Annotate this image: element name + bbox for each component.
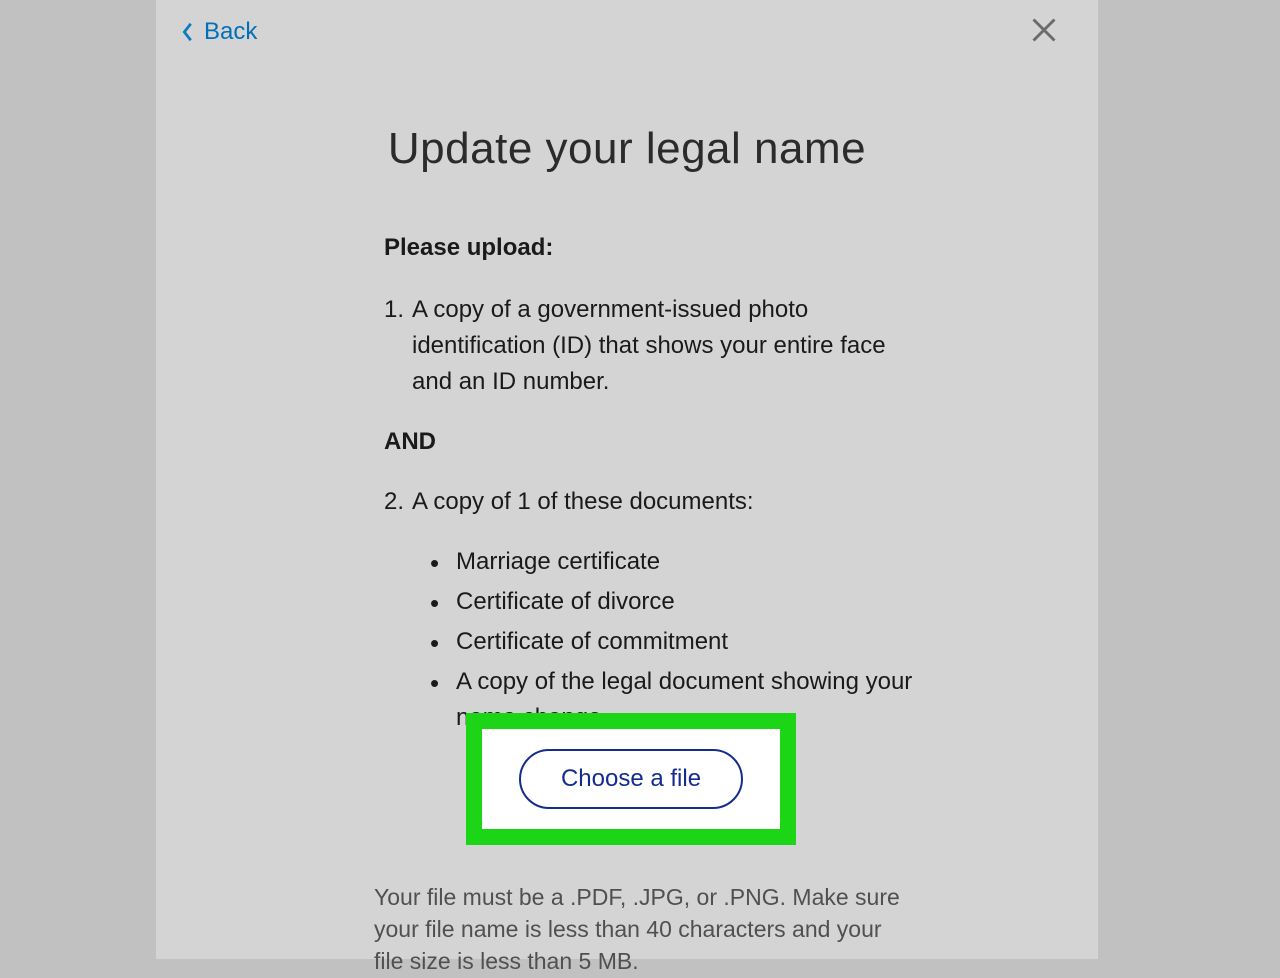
- document-option: Certificate of commitment: [430, 624, 924, 660]
- close-icon: [1030, 16, 1058, 44]
- documents-list: Marriage certificate Certificate of divo…: [430, 544, 924, 736]
- requirement-item-1: A copy of a government-issued photo iden…: [384, 292, 924, 400]
- back-button[interactable]: Back: [176, 10, 261, 54]
- requirement-item-2-text: A copy of 1 of these documents:: [412, 488, 754, 515]
- upload-heading: Please upload:: [384, 234, 924, 262]
- requirements-list: A copy of a government-issued photo iden…: [384, 292, 924, 400]
- document-option: Certificate of divorce: [430, 584, 924, 620]
- choose-file-button[interactable]: Choose a file: [519, 749, 743, 809]
- upload-instructions: Please upload: A copy of a government-is…: [384, 234, 924, 978]
- document-option: Marriage certificate: [430, 544, 924, 580]
- chevron-left-icon: [180, 21, 196, 43]
- requirements-list-2: A copy of 1 of these documents: Marriage…: [384, 484, 924, 736]
- highlight-annotation: Choose a file: [466, 713, 796, 845]
- requirement-item-2: A copy of 1 of these documents: Marriage…: [384, 484, 924, 736]
- file-requirements-hint: Your file must be a .PDF, .JPG, or .PNG.…: [374, 881, 914, 978]
- and-separator: AND: [384, 428, 924, 456]
- close-button[interactable]: [1028, 14, 1060, 46]
- back-label: Back: [204, 18, 257, 46]
- page-title: Update your legal name: [176, 124, 1078, 174]
- highlight-inner: Choose a file: [482, 729, 780, 829]
- update-legal-name-modal: Back Update your legal name Please uploa…: [156, 0, 1098, 959]
